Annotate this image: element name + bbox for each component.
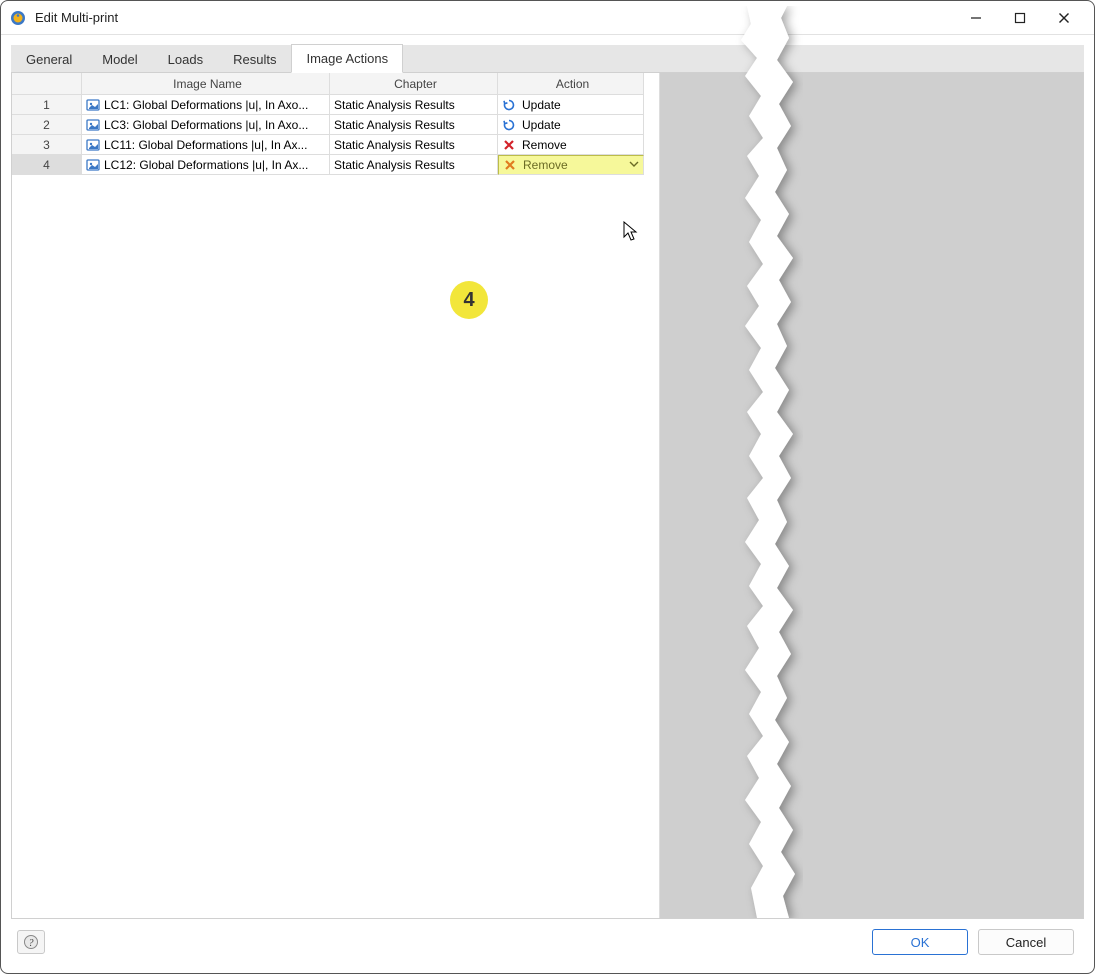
cell-chapter[interactable]: Static Analysis Results xyxy=(330,135,498,155)
window-title: Edit Multi-print xyxy=(35,10,118,25)
chevron-down-icon xyxy=(629,158,639,172)
table-row[interactable]: 3 LC11: Global Deformations |u|, In Ax..… xyxy=(12,135,659,155)
cell-chapter[interactable]: Static Analysis Results xyxy=(330,95,498,115)
ok-button[interactable]: OK xyxy=(872,929,968,955)
dialog-footer: ? OK Cancel xyxy=(11,919,1084,965)
row-index: 4 xyxy=(12,155,82,175)
table-row[interactable]: 1 LC1: Global Deformations |u|, In Axo..… xyxy=(12,95,659,115)
cell-action[interactable]: Remove xyxy=(498,135,644,155)
titlebar: Edit Multi-print xyxy=(1,1,1094,35)
cell-image-name[interactable]: LC3: Global Deformations |u|, In Axo... xyxy=(82,115,330,135)
image-icon xyxy=(86,118,100,132)
image-icon xyxy=(86,158,100,172)
grid-pane: Image Name Chapter Action 1 LC1: Global … xyxy=(12,73,660,918)
cell-image-name[interactable]: LC11: Global Deformations |u|, In Ax... xyxy=(82,135,330,155)
tabbar: General Model Loads Results Image Action… xyxy=(11,45,1084,73)
cell-text: LC11: Global Deformations |u|, In Ax... xyxy=(104,138,329,152)
tab-content: Image Name Chapter Action 1 LC1: Global … xyxy=(11,73,1084,919)
row-index: 1 xyxy=(12,95,82,115)
col-header-action[interactable]: Action xyxy=(498,73,644,95)
update-icon xyxy=(502,118,516,132)
help-button[interactable]: ? xyxy=(17,930,45,954)
tab-results[interactable]: Results xyxy=(218,45,291,73)
col-header-index xyxy=(12,73,82,95)
action-label: Update xyxy=(522,98,643,112)
cell-text: LC3: Global Deformations |u|, In Axo... xyxy=(104,118,329,132)
tab-loads[interactable]: Loads xyxy=(153,45,218,73)
callout-number: 4 xyxy=(463,289,474,312)
cell-chapter[interactable]: Static Analysis Results xyxy=(330,155,498,175)
col-header-image-name[interactable]: Image Name xyxy=(82,73,330,95)
cell-action[interactable]: Update xyxy=(498,95,644,115)
tab-general[interactable]: General xyxy=(11,45,87,73)
app-icon xyxy=(9,9,27,27)
cell-action-dropdown[interactable]: Remove Remove xyxy=(498,155,644,175)
remove-icon xyxy=(502,138,516,152)
action-label: Remove xyxy=(523,158,643,172)
table-row[interactable]: 2 LC3: Global Deformations |u|, In Axo..… xyxy=(12,115,659,135)
preview-pane xyxy=(660,73,1083,918)
close-button[interactable] xyxy=(1042,3,1086,33)
grid-body: 1 LC1: Global Deformations |u|, In Axo..… xyxy=(12,95,659,918)
dialog-body: General Model Loads Results Image Action… xyxy=(1,35,1094,973)
row-index: 2 xyxy=(12,115,82,135)
remove-icon xyxy=(503,158,517,172)
cell-image-name[interactable]: LC12: Global Deformations |u|, In Ax... xyxy=(82,155,330,175)
cell-image-name[interactable]: LC1: Global Deformations |u|, In Axo... xyxy=(82,95,330,115)
image-icon xyxy=(86,138,100,152)
image-icon xyxy=(86,98,100,112)
update-icon xyxy=(502,98,516,112)
cursor-icon xyxy=(623,221,639,243)
svg-text:?: ? xyxy=(29,938,34,949)
tab-model[interactable]: Model xyxy=(87,45,152,73)
cancel-button[interactable]: Cancel xyxy=(978,929,1074,955)
cell-text: LC12: Global Deformations |u|, In Ax... xyxy=(104,158,329,172)
maximize-button[interactable] xyxy=(998,3,1042,33)
action-label: Remove xyxy=(522,138,643,152)
col-header-chapter[interactable]: Chapter xyxy=(330,73,498,95)
dialog-window: Edit Multi-print General Model Loads Res… xyxy=(0,0,1095,974)
cell-text: LC1: Global Deformations |u|, In Axo... xyxy=(104,98,329,112)
row-index: 3 xyxy=(12,135,82,155)
table-row[interactable]: 4 LC12: Global Deformations |u|, In Ax..… xyxy=(12,155,659,175)
cell-action[interactable]: Update xyxy=(498,115,644,135)
cell-chapter[interactable]: Static Analysis Results xyxy=(330,115,498,135)
minimize-button[interactable] xyxy=(954,3,998,33)
tab-image-actions[interactable]: Image Actions xyxy=(291,44,403,73)
callout-badge: 4 xyxy=(450,281,488,319)
action-label: Update xyxy=(522,118,643,132)
grid-header: Image Name Chapter Action xyxy=(12,73,659,95)
